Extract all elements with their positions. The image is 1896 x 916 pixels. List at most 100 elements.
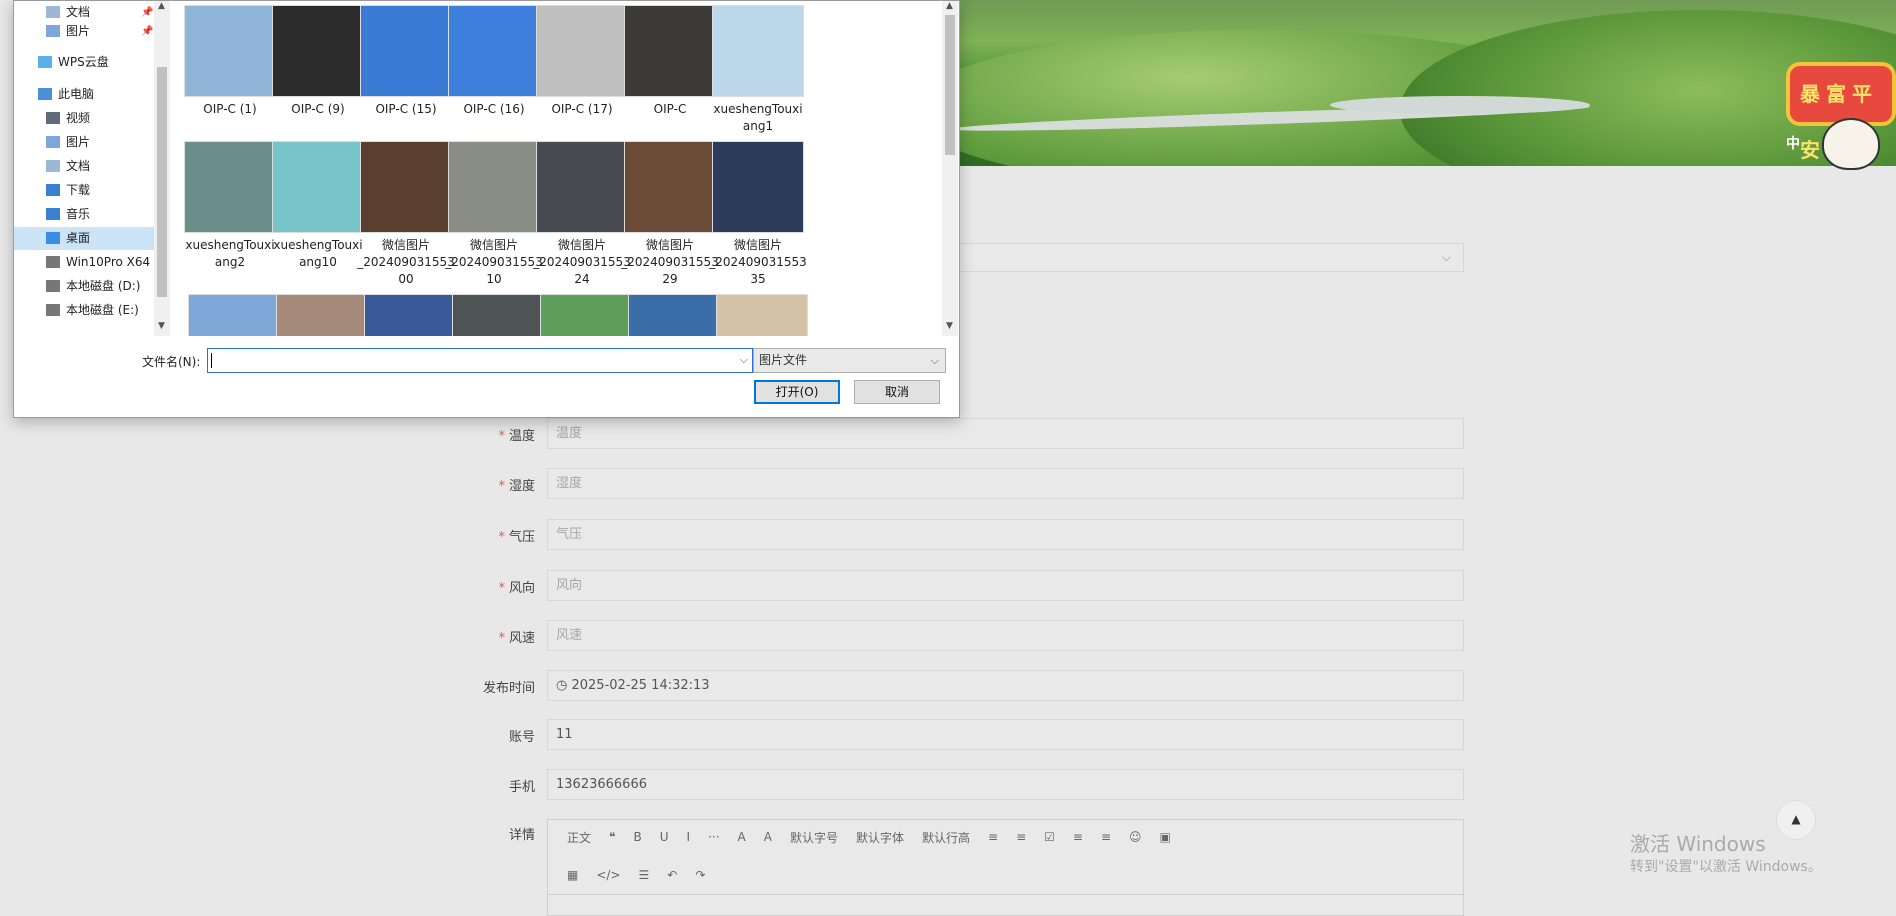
editor-tool-button[interactable]: ≡	[1064, 830, 1092, 844]
file-thumbnail[interactable]	[716, 294, 808, 336]
files-scrollbar-thumb[interactable]	[945, 15, 955, 155]
nav-item-label: 图片	[66, 135, 91, 149]
file-thumbnail[interactable]	[364, 294, 456, 336]
nav-item[interactable]: 桌面	[14, 227, 154, 250]
file-name: 35	[750, 272, 766, 286]
form-input[interactable]: 湿度	[547, 468, 1464, 499]
scroll-down-icon[interactable]: ▼	[946, 321, 953, 331]
editor-tool-button[interactable]: 默认字号	[781, 829, 847, 846]
nav-item-label: 本地磁盘 (D:)	[66, 279, 141, 293]
editor-tool-button[interactable]: ☰	[630, 868, 659, 882]
editor-tool-button[interactable]: ☑	[1035, 830, 1064, 844]
open-button[interactable]: 打开(O)	[754, 380, 840, 404]
editor-tool-button[interactable]: A	[729, 830, 755, 844]
file-thumbnail[interactable]	[540, 294, 632, 336]
back-to-top-button[interactable]: ▲	[1776, 800, 1816, 840]
file-thumbnail[interactable]	[628, 294, 720, 336]
form-input[interactable]: ◷ 2025-02-25 14:32:13	[547, 670, 1464, 701]
editor-tool-button[interactable]: ↷	[686, 868, 714, 882]
files-scrollbar[interactable]: ▲ ▼	[942, 1, 958, 336]
editor-tool-button[interactable]: 默认行高	[913, 829, 979, 846]
nav-scrollbar[interactable]: ▲ ▼	[154, 1, 170, 336]
nav-item[interactable]: 此电脑	[14, 83, 154, 106]
nav-item[interactable]: Win10Pro X64	[14, 251, 154, 274]
form-input[interactable]: 风向	[547, 570, 1464, 601]
field-label: 手机	[508, 780, 535, 795]
field-label: * 风向	[498, 581, 535, 596]
cancel-button[interactable]: 取消	[854, 380, 940, 404]
clock-icon: ◷	[556, 678, 572, 693]
sticker-badge: 暴富平安	[1786, 62, 1896, 162]
file-grid: OIP-C (1) OIP-C (9) OIP-C (15) OIP-C (16) OI…	[172, 1, 942, 336]
file-thumbnail[interactable]	[188, 294, 280, 336]
editor-tool-button[interactable]: </>	[587, 868, 629, 882]
scroll-up-icon[interactable]: ▲	[158, 1, 165, 11]
pin-icon: 📌	[141, 26, 154, 37]
filename-label: 文件名(N):	[142, 355, 201, 369]
nav-scrollbar-thumb[interactable]	[157, 67, 167, 297]
scroll-up-icon[interactable]: ▲	[946, 1, 953, 11]
filename-input[interactable]: ⌵	[207, 348, 753, 373]
required-marker: *	[498, 631, 505, 646]
nav-item-label: Win10Pro X64	[66, 255, 151, 269]
nav-item-label: WPS云盘	[58, 55, 109, 69]
nav-item[interactable]: 图片	[14, 131, 154, 154]
chevron-down-icon[interactable]: ⌵	[740, 353, 748, 367]
category-select[interactable]: ⌵	[951, 243, 1464, 272]
editor-tool-button[interactable]: I	[678, 830, 700, 844]
form-input[interactable]: 11	[547, 719, 1464, 750]
nav-item[interactable]: 音乐	[14, 203, 154, 226]
nav-item[interactable]: 图片 📌	[14, 20, 154, 43]
rich-text-editor[interactable]: 正文 ❝ B U I ··· A A 默认字号 默认字体 默认行高 ≡ ≡ ☑ ≡ ≡ ☺ ▣ ▦ </> ☰ ↶ ↷	[547, 819, 1464, 916]
editor-tool-button[interactable]: ↶	[658, 868, 686, 882]
nav-item[interactable]: 本地磁盘 (D:)	[14, 275, 154, 298]
nav-item[interactable]: 文档	[14, 155, 154, 178]
editor-toolbar-row2: ▦ </> ☰ ↶ ↷	[548, 858, 714, 892]
nav-item[interactable]: WPS云盘	[14, 51, 154, 74]
editor-tool-button[interactable]: ❝	[600, 830, 624, 844]
nav-item-label: 下载	[66, 183, 91, 197]
scroll-down-icon[interactable]: ▼	[158, 321, 165, 331]
editor-tool-button[interactable]: ▣	[1151, 830, 1180, 844]
editor-tool-button[interactable]: ···	[699, 830, 728, 844]
desktop-icon	[46, 232, 60, 244]
file-thumbnail[interactable]	[452, 294, 544, 336]
field-label: * 气压	[498, 530, 535, 545]
banner-image	[950, 0, 1896, 166]
nav-item[interactable]: 下载	[14, 179, 154, 202]
editor-tool-button[interactable]: ≡	[979, 830, 1007, 844]
nav-item[interactable]: 视频	[14, 107, 154, 130]
file-thumbnail	[184, 5, 276, 97]
detail-label: 详情	[508, 828, 535, 843]
nav-item[interactable]: 本地磁盘 (E:)	[14, 299, 154, 322]
form-input[interactable]: 13623666666	[547, 769, 1464, 800]
chevron-down-icon: ⌵	[1441, 250, 1451, 264]
editor-tool-button[interactable]: B	[624, 830, 650, 844]
nav-item-label: 音乐	[66, 207, 91, 221]
form-input[interactable]: 温度	[547, 418, 1464, 449]
file-item[interactable]: xueshengTouxi ang1	[706, 5, 810, 135]
editor-tool-button[interactable]: A	[755, 830, 781, 844]
file-item[interactable]: 微信图片 _202409031553 35	[706, 141, 810, 288]
required-marker: *	[498, 429, 505, 444]
editor-tool-button[interactable]: U	[651, 830, 678, 844]
file-thumbnail[interactable]	[276, 294, 368, 336]
file-open-dialog: 文档 📌 图片 📌 WPS云盘 此电脑 视频 图片 文档 下载 音乐 桌面 Win10Pro X64 本地…	[13, 0, 960, 418]
form-input[interactable]: 气压	[547, 519, 1464, 550]
file-thumbnail	[272, 5, 364, 97]
editor-tool-button[interactable]: 正文	[558, 829, 600, 846]
file-thumbnail	[448, 5, 540, 97]
editor-tool-button[interactable]: ☺	[1120, 830, 1151, 844]
editor-tool-button[interactable]: ▦	[558, 868, 587, 882]
form-input[interactable]: 风速	[547, 620, 1464, 651]
editor-tool-button[interactable]: 默认字体	[847, 829, 913, 846]
activate-windows-subtitle: 转到"设置"以激活 Windows。	[1630, 859, 1822, 875]
editor-tool-button[interactable]: ≡	[1092, 830, 1120, 844]
field-label: 发布时间	[482, 681, 535, 696]
editor-tool-button[interactable]: ≡	[1007, 830, 1035, 844]
file-name: ang1	[742, 119, 774, 133]
chevron-down-icon: ⌵	[930, 354, 939, 367]
navigation-pane: 文档 📌 图片 📌 WPS云盘 此电脑 视频 图片 文档 下载 音乐 桌面 Win10Pro X64 本地…	[14, 1, 154, 336]
file-thumbnail	[272, 141, 364, 233]
filetype-select[interactable]: 图片文件 ⌵	[753, 348, 946, 373]
